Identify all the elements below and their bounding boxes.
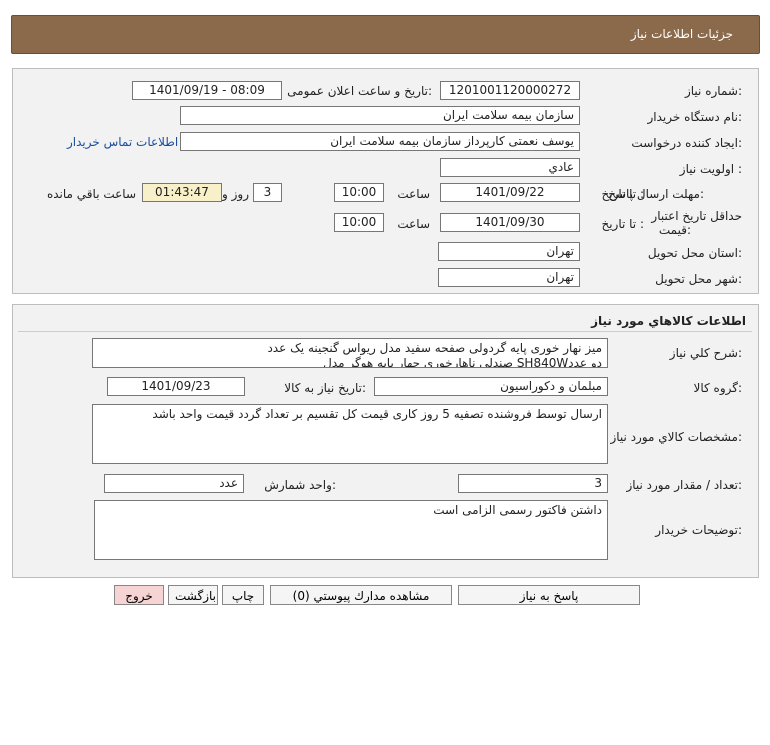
- buyer-org-label: نام دستگاه خريدار:: [647, 110, 743, 124]
- need-date-label: تاریخ نیاز به کالا:: [284, 381, 366, 395]
- validity-time-field: 10:00: [334, 213, 384, 232]
- desc-field: میز نهار خوری پایه گردولی صفحه سفید مدل …: [92, 338, 608, 368]
- announce-field: 1401/09/19 - 08:09: [132, 81, 282, 100]
- priority-field: عادي: [440, 158, 580, 177]
- group-label: گروه كالا:: [693, 381, 743, 395]
- notes-field: داشتن فاکتور رسمی الزامی است: [94, 500, 608, 560]
- buyer-org-field: سازمان بیمه سلامت ایران: [180, 106, 580, 125]
- page-title: جزئيات اطلاعات نياز: [630, 27, 733, 41]
- qty-field: 3: [458, 474, 608, 493]
- unit-field: عدد: [104, 474, 244, 493]
- spec-field: ارسال توسط فروشنده تصفیه 5 روز کاری قیمت…: [92, 404, 608, 464]
- send-time-field: 10:00: [334, 183, 384, 202]
- validity-time-label: ساعت: [397, 217, 430, 231]
- print-button[interactable]: چاپ: [222, 585, 264, 605]
- remaining-time-field: 01:43:47: [142, 183, 222, 202]
- notes-label: توضيحات خريدار:: [655, 523, 742, 537]
- remaining-time-label: ساعت باقي مانده: [46, 187, 136, 201]
- qty-label: تعداد / مقدار مورد نياز:: [626, 478, 742, 492]
- need-number-label: شماره نياز:: [684, 84, 742, 98]
- back-button[interactable]: بازگشت: [168, 585, 218, 605]
- validity-label-2: قيمت:: [658, 223, 691, 237]
- validity-label-1: حداقل تاريخ اعتبار: [651, 209, 742, 223]
- desc-line-1: میز نهار خوری پایه گردولی صفحه سفید مدل …: [267, 341, 602, 355]
- send-time-label: ساعت: [397, 187, 430, 201]
- send-to-date-label: تا تاريخ :: [601, 187, 644, 201]
- exit-button[interactable]: خروج: [114, 585, 164, 605]
- province-field: تهران: [438, 242, 580, 261]
- days-field: 3: [253, 183, 282, 202]
- group-field: مبلمان و دکوراسیون: [374, 377, 608, 396]
- province-label: استان محل تحويل:: [647, 246, 742, 260]
- validity-to-date-label: تا تاريخ :: [601, 217, 644, 231]
- goods-section-title: اطلاعات كالاهاي مورد نياز: [591, 314, 746, 328]
- unit-label: واحد شمارش:: [264, 478, 336, 492]
- need-date-field: 1401/09/23: [107, 377, 245, 396]
- need-number-field: 1201001120000272: [440, 81, 580, 100]
- announce-label: تاریخ و ساعت اعلان عمومی:: [287, 84, 432, 98]
- reply-button[interactable]: پاسخ به نياز: [458, 585, 640, 605]
- city-label: شهر محل تحويل:: [655, 272, 742, 286]
- goods-divider: [18, 331, 752, 332]
- creator-label: ايجاد كننده درخواست:: [631, 136, 742, 150]
- days-label: روز و: [222, 187, 249, 201]
- spec-label: مشخصات كالاي مورد نياز:: [610, 430, 742, 444]
- page-title-bar: جزئيات اطلاعات نياز: [11, 15, 760, 54]
- priority-label: اولويت نياز :: [679, 162, 742, 176]
- send-date-field: 1401/09/22: [440, 183, 580, 202]
- desc-line-2: صندلی ناهارخوری چهار پایه هوگر مدل SH840…: [323, 356, 602, 368]
- creator-field: یوسف نعمتی کارپرداز سازمان بیمه سلامت ای…: [180, 132, 580, 151]
- validity-date-field: 1401/09/30: [440, 213, 580, 232]
- city-field: تهران: [438, 268, 580, 287]
- desc-label: شرح كلي نياز:: [669, 346, 742, 360]
- need-info-panel: [12, 68, 759, 294]
- view-attachments-button[interactable]: مشاهده مدارك پيوستي (0): [270, 585, 452, 605]
- buyer-contact-link[interactable]: اطلاعات تماس خريدار: [67, 135, 178, 149]
